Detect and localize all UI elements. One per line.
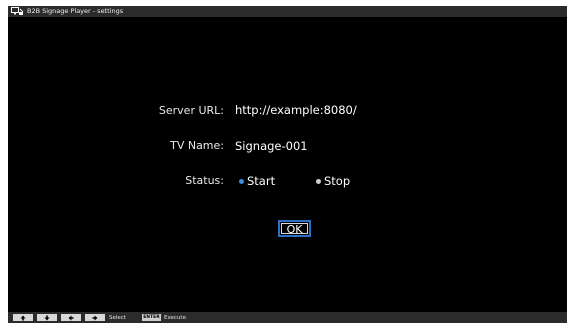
ok-button-label: OK bbox=[281, 223, 308, 235]
up-arrow-icon bbox=[13, 314, 33, 321]
status-start-label: Start bbox=[247, 174, 276, 188]
title-bar: B2B Signage Player - settings bbox=[8, 6, 567, 17]
player-window: B2B Signage Player - settings Server URL… bbox=[8, 6, 567, 323]
down-arrow-icon bbox=[37, 314, 57, 321]
execute-hint-label: Execute bbox=[163, 314, 186, 321]
window-title: B2B Signage Player - settings bbox=[27, 7, 124, 15]
ok-button[interactable]: OK bbox=[278, 220, 311, 237]
tv-name-field[interactable]: Signage-001 bbox=[235, 139, 308, 153]
radio-selected-icon bbox=[239, 178, 244, 184]
select-hint-label: Select bbox=[109, 314, 126, 321]
server-url-label: Server URL: bbox=[158, 104, 224, 117]
radio-unselected-icon bbox=[316, 178, 321, 184]
settings-panel: Server URL: http://example:8080/ TV Name… bbox=[8, 17, 567, 312]
left-arrow-icon bbox=[61, 314, 81, 321]
status-stop-label: Stop bbox=[324, 174, 351, 188]
right-arrow-icon bbox=[85, 314, 105, 321]
status-label: Status: bbox=[185, 174, 224, 187]
tv-name-label: TV Name: bbox=[170, 139, 224, 152]
server-url-field[interactable]: http://example:8080/ bbox=[235, 103, 357, 117]
status-radio-start[interactable]: Start bbox=[239, 174, 275, 188]
enter-key-badge: ENTER bbox=[141, 314, 161, 321]
display-player-icon bbox=[11, 7, 24, 16]
key-hint-bar: Select ENTER Execute bbox=[8, 312, 567, 323]
status-radio-stop[interactable]: Stop bbox=[316, 174, 350, 188]
